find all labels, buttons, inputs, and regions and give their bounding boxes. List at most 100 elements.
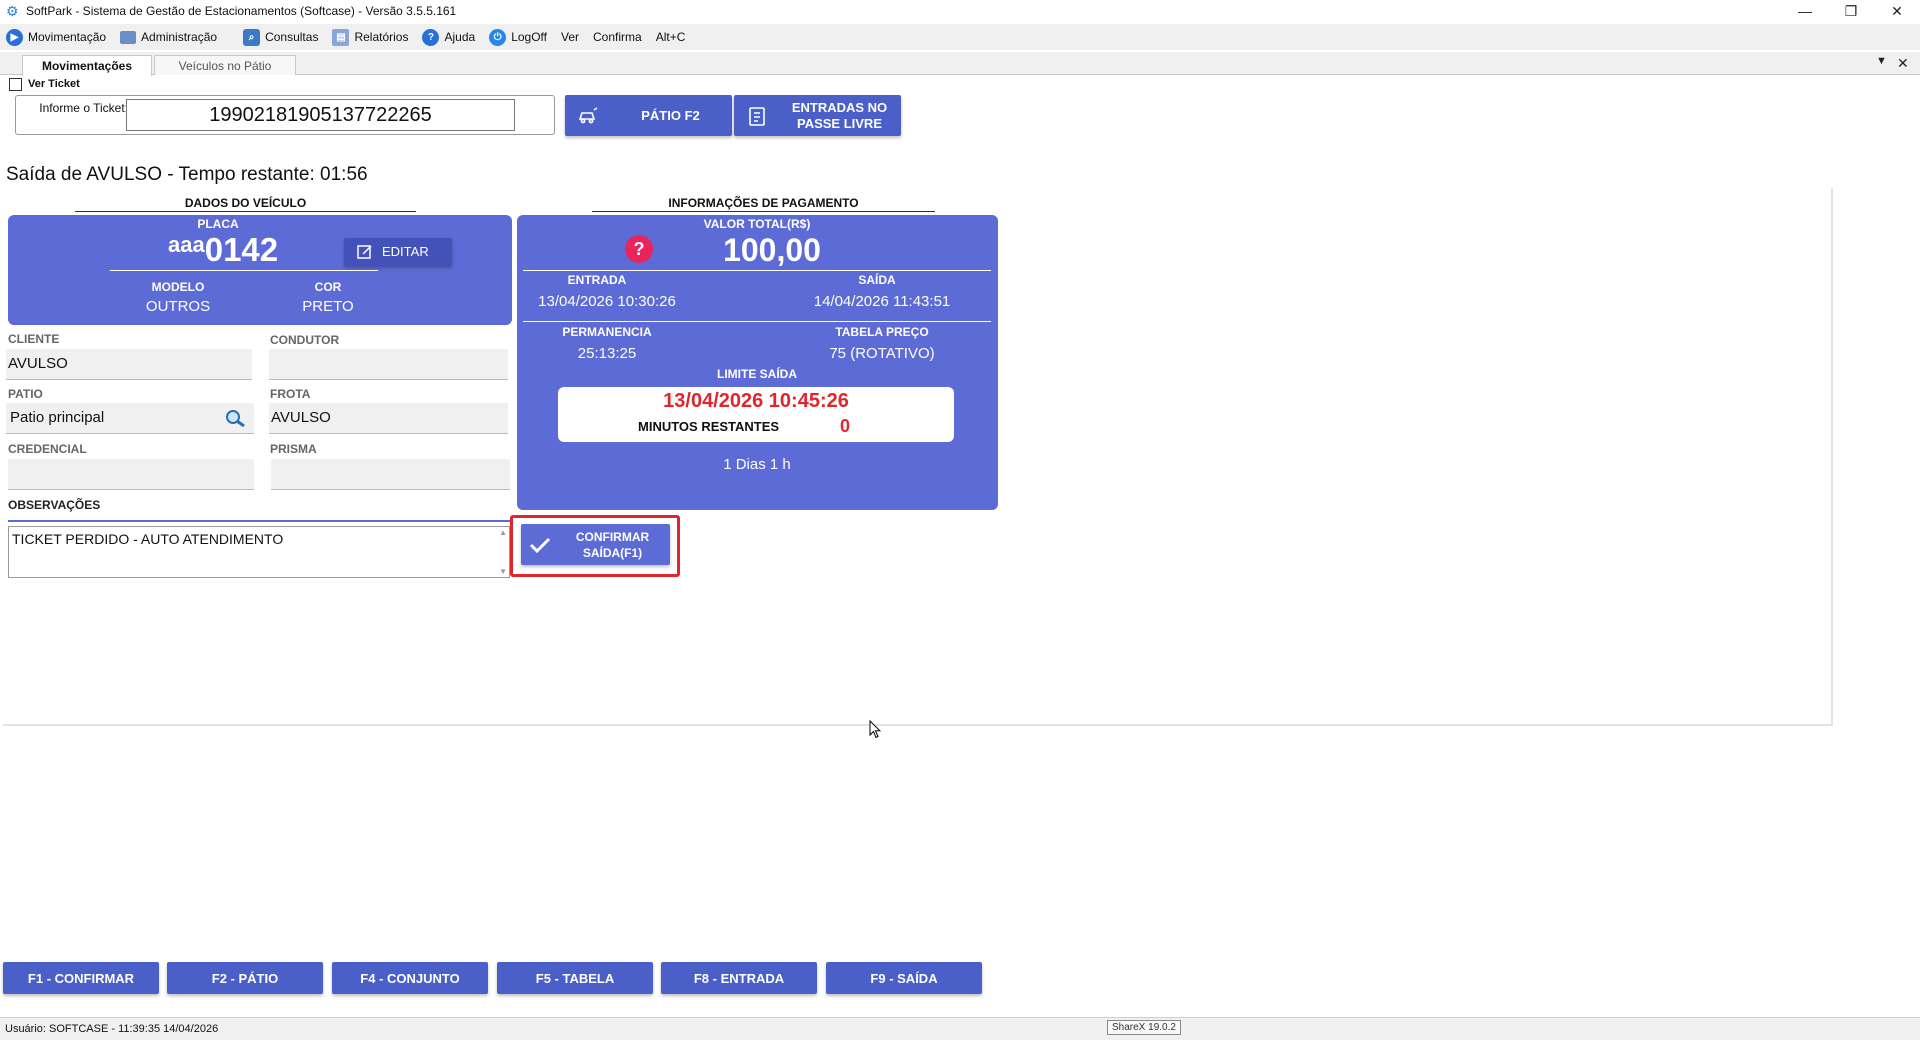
tab-bar: Movimentações Veículos no Pátio [0,52,1920,76]
ticket-group: Informe o Ticket: 19902181905137722265 [15,95,555,135]
credencial-field[interactable] [8,459,254,490]
divider [8,520,510,522]
duracao-value: 1 Dias 1 h [723,456,791,473]
ticket-label: Informe o Ticket: [39,101,128,115]
ver-ticket-checkbox[interactable] [9,78,22,91]
permanencia-value: 25:13:25 [577,345,637,362]
divider [523,321,991,322]
scroll-down-icon[interactable]: ▼ [499,567,507,576]
edit-icon [354,241,376,263]
gear-icon: ⚙ [6,3,19,19]
f9-saida-button[interactable]: F9 - SAÍDA [826,962,982,994]
check-icon [529,534,551,556]
plate-number: 0142 [204,231,279,268]
patio-field[interactable]: Patio principal [6,403,254,434]
power-icon: ⏻ [489,28,507,46]
menu-consultas[interactable]: ⌕ Consultas [243,28,318,46]
prisma-field[interactable] [271,459,510,490]
frota-field[interactable]: AVULSO [269,403,508,434]
search-icon[interactable] [222,408,248,428]
payment-section-title: INFORMAÇÕES DE PAGAMENTO [592,196,935,212]
menu-relatorios[interactable]: ▤ Relatórios [332,28,408,46]
menu-bar: ▶ Movimentação Administração ⌕ Consultas… [0,24,1920,50]
tab-veiculos-no-patio[interactable]: Veículos no Pátio [154,55,296,75]
cor-value: PRETO [302,298,354,315]
help-icon[interactable]: ? [625,235,653,263]
divider [110,270,378,271]
payment-card: VALOR TOTAL(R$) ? 100,00 ENTRADA 13/04/2… [517,215,998,510]
condutor-field[interactable] [269,349,508,380]
help-icon: ? [422,28,440,46]
limite-saida-box: 13/04/2026 10:45:26 MINUTOS RESTANTES 0 [558,387,954,442]
confirm-highlight: CONFIRMAR SAÍDA(F1) [510,515,680,577]
saida-value: 14/04/2026 11:43:51 [813,293,951,310]
clipboard-icon [746,105,768,127]
f8-entrada-button[interactable]: F8 - ENTRADA [661,962,817,994]
limite-saida-label: LIMITE SAÍDA [717,367,797,381]
prisma-label: PRISMA [270,442,317,456]
restore-button[interactable]: ❐ [1828,0,1874,22]
modelo-label: MODELO [151,280,205,294]
tabela-preco-label: TABELA PREÇO [835,325,929,339]
scroll-up-icon[interactable]: ▲ [499,528,507,537]
modelo-value: OUTROS [145,298,211,315]
valor-total-label: VALOR TOTAL(R$) [703,217,811,231]
cliente-field[interactable]: AVULSO [6,349,252,380]
tabela-preco-value: 75 (ROTATIVO) [829,345,935,362]
minimize-button[interactable]: — [1782,0,1828,22]
limite-saida-value: 13/04/2026 10:45:26 [663,390,849,412]
tab-dropdown-icon[interactable]: ▼ [1876,55,1887,67]
credencial-label: CREDENCIAL [8,442,87,456]
permanencia-label: PERMANENCIA [562,325,652,339]
divider [523,270,991,271]
observacoes-label: OBSERVAÇÕES [8,498,101,512]
close-button[interactable]: ✕ [1874,0,1920,22]
sharex-tooltip: ShareX 19.0.2 [1107,1020,1181,1035]
ver-ticket-label: Ver Ticket [28,78,80,90]
entrada-value: 13/04/2026 10:30:26 [538,293,676,310]
menu-movimentacao[interactable]: ▶ Movimentação [6,28,106,46]
plate-prefix: aaa [168,232,205,257]
f5-tabela-button[interactable]: F5 - TABELA [497,962,653,994]
title-bar: ⚙ SoftPark - Sistema de Gestão de Estaci… [0,0,1920,22]
menu-confirma[interactable]: Confirma [593,30,642,44]
confirmar-saida-button[interactable]: CONFIRMAR SAÍDA(F1) [521,524,670,565]
plate: aaa0142 [168,231,278,269]
minutos-restantes-label: MINUTOS RESTANTES [638,419,780,434]
placa-label: PLACA [197,217,239,231]
menu-ver[interactable]: Ver [561,30,579,44]
patio-label: PATIO [8,387,43,401]
menu-ajuda[interactable]: ? Ajuda [422,28,475,46]
minutos-restantes-value: 0 [840,416,851,436]
observacoes-textarea[interactable]: TICKET PERDIDO - AUTO ATENDIMENTO ▲ ▼ [8,526,510,578]
vehicle-card: PLACA aaa0142 EDITAR MODELO OUTROS COR P… [8,215,512,325]
editar-button[interactable]: EDITAR [344,238,452,266]
report-icon: ▤ [332,28,350,46]
f2-patio-button[interactable]: F2 - PÁTIO [167,962,323,994]
tab-close-icon[interactable]: ✕ [1897,55,1909,72]
f4-conjunto-button[interactable]: F4 - CONJUNTO [332,962,488,994]
ticket-input[interactable]: 19902181905137722265 [126,99,515,131]
entradas-passe-livre-button[interactable]: ENTRADAS NO PASSE LIVRE [734,95,901,136]
tab-movimentacoes[interactable]: Movimentações [22,55,152,76]
vehicle-section-title: DADOS DO VEÍCULO [75,196,416,212]
car-icon [577,105,599,127]
play-icon: ▶ [6,28,23,46]
menu-alt-c[interactable]: Alt+C [656,30,686,44]
menu-logoff[interactable]: ⏻ LogOff [489,28,547,46]
status-bar: Usuário: SOFTCASE - 11:39:35 14/04/2026 [0,1017,1920,1040]
monitor-icon [120,30,137,44]
f1-confirmar-button[interactable]: F1 - CONFIRMAR [3,962,159,994]
valor-total-value: 100,00 [723,232,821,268]
condutor-label: CONDUTOR [270,333,340,347]
patio-button[interactable]: PÁTIO F2 [565,95,732,136]
magnifier-icon: ⌕ [243,28,261,46]
window-title: SoftPark - Sistema de Gestão de Estacion… [26,4,457,18]
saida-label: SAÍDA [858,273,896,287]
status-text: Usuário: SOFTCASE - 11:39:35 14/04/2026 [5,1023,219,1035]
page-title: Saída de AVULSO - Tempo restante: 01:56 [6,164,368,185]
entrada-label: ENTRADA [567,273,627,287]
menu-administracao[interactable]: Administração [120,30,217,44]
mouse-cursor-icon [869,719,882,744]
cliente-label: CLIENTE [8,332,60,346]
